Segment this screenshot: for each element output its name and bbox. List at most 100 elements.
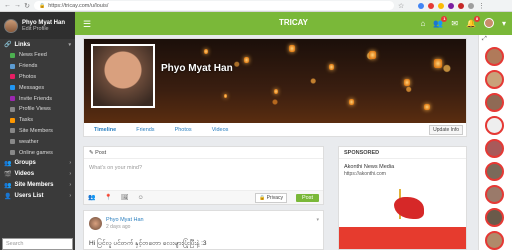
- profile-avatar-icon[interactable]: [468, 2, 474, 9]
- chevron-right-icon: ›: [69, 160, 71, 167]
- sidebar-item-tasks[interactable]: Tasks: [0, 115, 75, 126]
- online-user-avatar[interactable]: [485, 231, 504, 250]
- avatar[interactable]: [89, 217, 102, 230]
- friends-icon: [10, 63, 15, 69]
- chevron-down-icon[interactable]: ▾: [316, 217, 319, 223]
- post-content: Hi ပြင်လူ ပင်တက် နှင့်တတော လေးများပြုံးပ…: [89, 240, 207, 247]
- profile-header: Phyo Myat Han Timeline Friends Photos Vi…: [83, 38, 467, 137]
- sidebar-section-site-members[interactable]: 👥 Site Members ›: [0, 180, 75, 191]
- sidebar-section-label: Groups: [14, 160, 36, 167]
- sidebar-item-messages[interactable]: Messages: [0, 82, 75, 93]
- groups-icon: 👥: [4, 160, 12, 167]
- online-user-avatar[interactable]: [485, 139, 504, 158]
- sidebar-section-label: Videos: [14, 171, 35, 178]
- chevron-right-icon: [10, 150, 15, 156]
- privacy-dropdown[interactable]: 🔒 Privacy: [254, 192, 287, 203]
- photo-icon[interactable]: 🖼: [121, 194, 129, 201]
- avatar[interactable]: [4, 18, 18, 33]
- sidebar-section-label: Users List: [14, 193, 44, 200]
- profile-picture[interactable]: [91, 44, 155, 108]
- sidebar-item-label: Online games: [19, 149, 53, 156]
- address-bar[interactable]: 🔒 https://tricay.com/u/louis/: [34, 1, 394, 10]
- extension-icon[interactable]: [458, 2, 464, 9]
- photos-icon: [10, 74, 15, 80]
- location-icon[interactable]: 📍: [104, 194, 111, 201]
- sidebar-item-profile-views[interactable]: Profile Views: [0, 104, 75, 115]
- sidebar-item-label: Photos: [19, 73, 37, 80]
- tab-timeline[interactable]: Timeline: [84, 124, 126, 136]
- tab-videos[interactable]: Videos: [202, 124, 239, 136]
- reload-icon[interactable]: ↻: [24, 2, 30, 10]
- sponsored-panel: SPONSORED Akonthi News Media https://ako…: [338, 146, 467, 250]
- tag-friends-icon[interactable]: 👥: [88, 194, 95, 201]
- sidebar-item-label: Messages: [19, 84, 45, 91]
- composer-toolbar: 👥 📍 🖼 ☺ 🔒 Privacy Post: [84, 190, 323, 204]
- sidebar-section-videos[interactable]: 🎬 Videos ›: [0, 169, 75, 180]
- tab-photos[interactable]: Photos: [165, 124, 202, 136]
- chevron-right-icon: ›: [69, 182, 71, 189]
- sponsored-title[interactable]: Akonthi News Media: [339, 159, 466, 170]
- sidebar-section-groups[interactable]: 👥 Groups ›: [0, 158, 75, 169]
- notifications-icon[interactable]: 🔔 8: [466, 15, 480, 28]
- post-time[interactable]: 2 days ago: [106, 224, 130, 230]
- online-user-avatar[interactable]: [485, 70, 504, 89]
- messages-icon: [10, 85, 15, 91]
- sidebar-item-site-members[interactable]: Site Members: [0, 126, 75, 137]
- sidebar: Phyo Myat Han Edit Profile 🔗 Links ▾ New…: [0, 12, 75, 250]
- chevron-down-icon: ▾: [68, 41, 71, 48]
- link-icon: 🔗: [4, 42, 12, 48]
- online-user-avatar[interactable]: [485, 116, 504, 135]
- extension-icon[interactable]: [448, 2, 454, 9]
- post-author[interactable]: Phyo Myat Han: [106, 217, 144, 223]
- sidebar-section-users-list[interactable]: 👤 Users List ›: [0, 191, 75, 202]
- back-icon[interactable]: ←: [4, 2, 11, 9]
- sidebar-item-invite-friends[interactable]: Invite Friends: [0, 93, 75, 104]
- extension-icon[interactable]: [428, 2, 434, 9]
- extension-icon[interactable]: [438, 2, 444, 9]
- post-composer: ✎ Post What's on your mind? 👥 📍 🖼 ☺ 🔒 Pr…: [83, 146, 324, 205]
- notifications-badge: 8: [473, 15, 480, 22]
- emoji-icon[interactable]: ☺: [138, 195, 144, 201]
- friend-requests-icon[interactable]: 👥 1: [433, 15, 448, 28]
- newsfeed-icon: [10, 52, 15, 58]
- edit-icon: ✎: [89, 150, 94, 156]
- online-user-avatar[interactable]: [485, 208, 504, 227]
- sidebar-profile[interactable]: Phyo Myat Han Edit Profile: [0, 12, 75, 39]
- home-icon[interactable]: ⌂: [421, 19, 426, 28]
- update-info-button[interactable]: Update Info: [429, 125, 463, 135]
- sidebar-search-input[interactable]: Search: [2, 238, 73, 250]
- star-icon[interactable]: ☆: [398, 2, 404, 10]
- envelope-icon[interactable]: ✉: [451, 19, 458, 28]
- composer-input[interactable]: What's on your mind?: [84, 159, 323, 181]
- friend-requests-badge: 1: [441, 15, 448, 22]
- sidebar-section-links[interactable]: 🔗 Links ▾: [0, 39, 75, 50]
- forward-icon[interactable]: →: [14, 2, 21, 9]
- sidebar-item-friends[interactable]: Friends: [0, 61, 75, 72]
- online-user-avatar[interactable]: [485, 185, 504, 204]
- composer-header: ✎ Post: [84, 147, 323, 159]
- more-vert-icon[interactable]: ⋮: [478, 2, 485, 10]
- online-user-avatar[interactable]: [485, 162, 504, 181]
- profile-name: Phyo Myat Han: [161, 63, 233, 74]
- online-user-avatar[interactable]: [485, 47, 504, 66]
- online-user-avatar[interactable]: [485, 93, 504, 112]
- sidebar-item-label: weather: [19, 138, 39, 145]
- members-icon: 👥: [4, 182, 12, 189]
- users-icon: 👤: [4, 193, 12, 200]
- extension-icon[interactable]: [418, 2, 424, 9]
- tab-friends[interactable]: Friends: [126, 124, 164, 136]
- sponsored-image[interactable]: [339, 187, 466, 249]
- chevron-down-icon[interactable]: ▾: [502, 19, 506, 28]
- sidebar-item-photos[interactable]: Photos: [0, 72, 75, 83]
- profile-name[interactable]: Phyo Myat Han: [22, 20, 65, 26]
- online-users-bar: ⤢: [478, 35, 512, 250]
- avatar[interactable]: [483, 18, 494, 28]
- sidebar-item-online-games[interactable]: Online games: [0, 147, 75, 158]
- sidebar-item-news-feed[interactable]: News Feed: [0, 50, 75, 61]
- edit-profile-link[interactable]: Edit Profile: [22, 26, 65, 32]
- sidebar-item-label: Friends: [19, 63, 38, 70]
- post-button[interactable]: Post: [295, 193, 319, 202]
- sidebar-item-weather[interactable]: weather: [0, 136, 75, 147]
- sponsored-url[interactable]: https://akonthi.com: [339, 170, 466, 178]
- expand-icon[interactable]: ⤢: [479, 35, 512, 44]
